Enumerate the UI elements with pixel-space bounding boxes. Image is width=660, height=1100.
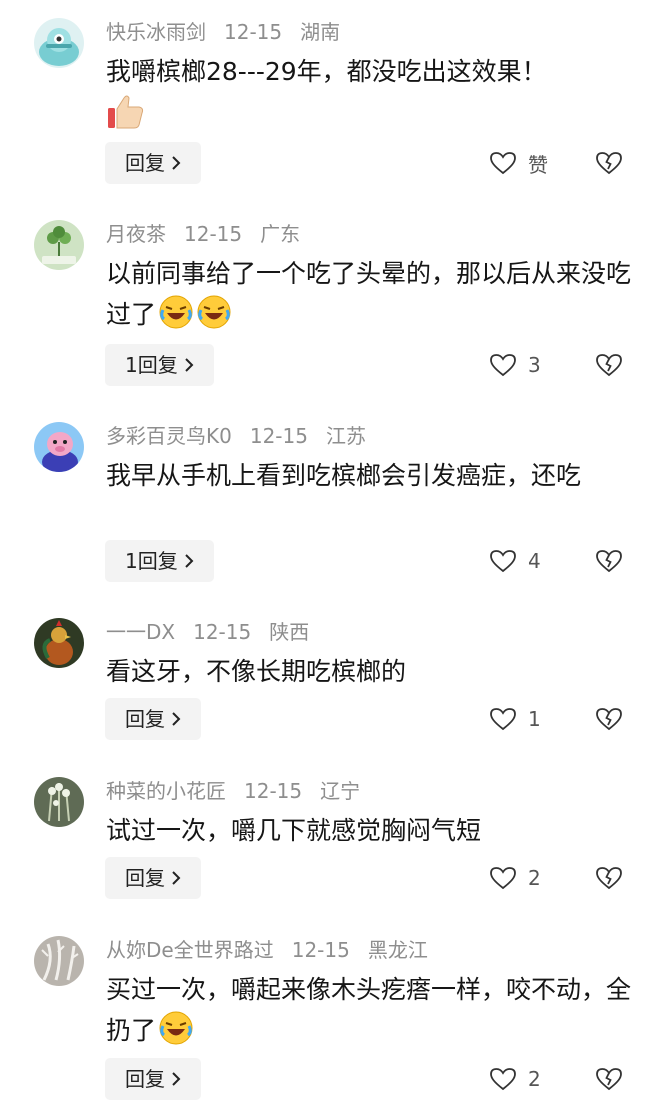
chevron-right-icon [172, 156, 181, 170]
username[interactable]: 月夜茶 [106, 222, 166, 246]
reply-label: 1回复 [125, 353, 178, 377]
laughing-crying-emoji [158, 1010, 194, 1046]
heart-outline-icon [490, 708, 516, 731]
username[interactable]: 多彩百灵鸟K0 [106, 424, 232, 448]
like-count: 赞 [528, 152, 548, 177]
heart-outline-icon [490, 550, 516, 573]
reply-label: 回复 [125, 151, 165, 175]
broken-heart-icon[interactable] [596, 549, 622, 573]
like-button[interactable]: 4 [490, 540, 550, 582]
heart-outline-icon [490, 152, 516, 175]
comment-date: 12-15 [193, 620, 252, 644]
comment-meta: 从妳De全世界路过 12-15 黑龙江 [106, 936, 446, 964]
chevron-right-icon [172, 871, 181, 885]
comment-text: 我嚼槟榔28---29年，都没吃出这效果！ [106, 57, 547, 86]
like-count: 4 [528, 549, 541, 573]
heart-outline-icon [490, 867, 516, 890]
chevron-right-icon [185, 554, 194, 568]
comment-date: 12-15 [224, 20, 283, 44]
heart-outline-icon [490, 1068, 516, 1091]
comment-location: 黑龙江 [367, 938, 428, 962]
comment-meta: 多彩百灵鸟K0 12-15 江苏 [106, 422, 384, 450]
comment-date: 12-15 [249, 424, 308, 448]
like-count: 1 [528, 707, 541, 731]
comment-text: 看这牙，不像长期吃槟榔的 [106, 657, 407, 686]
like-count: 2 [528, 866, 541, 890]
username[interactable]: 种菜的小花匠 [106, 779, 226, 803]
laughing-crying-emoji [196, 294, 232, 330]
comment-item: 月夜茶 12-15 广东 以前同事给了一个吃了头晕的，那以后从来没吃过了 1回复 3 [0, 202, 660, 402]
comment-text: 买过一次，嚼起来像木头疙瘩一样，咬不动，全扔了 [106, 970, 636, 1051]
avatar[interactable] [34, 936, 84, 986]
avatar[interactable] [34, 220, 84, 270]
heart-outline-icon [490, 354, 516, 377]
reply-button[interactable]: 1回复 [105, 540, 214, 582]
like-button[interactable]: 赞 [490, 142, 550, 184]
reply-label: 回复 [125, 1067, 165, 1091]
broken-heart-icon[interactable] [596, 707, 622, 731]
like-button[interactable]: 2 [490, 857, 550, 899]
reply-button[interactable]: 回复 [105, 698, 201, 740]
broken-heart-icon[interactable] [596, 866, 622, 890]
comment-meta: 快乐冰雨剑 12-15 湖南 [106, 18, 358, 46]
reply-label: 回复 [125, 866, 165, 890]
comment-item: 种菜的小花匠 12-15 辽宁 试过一次，嚼几下就感觉胸闷气短 回复 2 [0, 759, 660, 919]
like-button[interactable]: 2 [490, 1058, 550, 1100]
username[interactable]: 从妳De全世界路过 [106, 938, 274, 962]
reply-label: 回复 [125, 707, 165, 731]
broken-heart-icon[interactable] [596, 1067, 622, 1091]
comment-date: 12-15 [184, 222, 243, 246]
comment-date: 12-15 [244, 779, 303, 803]
like-count: 2 [528, 1067, 541, 1091]
avatar[interactable] [34, 422, 84, 472]
comment-text: 以前同事给了一个吃了头晕的，那以后从来没吃过了 [106, 254, 636, 335]
comment-date: 12-15 [291, 938, 350, 962]
comment-location: 江苏 [325, 424, 366, 448]
comment-text: 试过一次，嚼几下就感觉胸闷气短 [106, 816, 482, 845]
broken-heart-icon[interactable] [596, 353, 622, 377]
comment-text: 我早从手机上看到吃槟榔会引发癌症，还吃 [106, 461, 582, 490]
comment-location: 辽宁 [320, 779, 361, 803]
comment-location: 陕西 [269, 620, 310, 644]
username[interactable]: 一一DX [106, 620, 175, 644]
chevron-right-icon [172, 712, 181, 726]
reply-button[interactable]: 回复 [105, 857, 201, 899]
like-button[interactable]: 3 [490, 344, 550, 386]
comment-location: 湖南 [300, 20, 341, 44]
comment-item: 快乐冰雨剑 12-15 湖南 我嚼槟榔28---29年，都没吃出这效果！ 回复 赞 [0, 0, 660, 200]
comment-item: 多彩百灵鸟K0 12-15 江苏 我早从手机上看到吃槟榔会引发癌症，还吃 1回复 4 [0, 404, 660, 600]
like-count: 3 [528, 353, 541, 377]
broken-heart-icon[interactable] [596, 151, 622, 175]
laughing-crying-emoji [158, 294, 194, 330]
comment-location: 广东 [260, 222, 301, 246]
avatar[interactable] [34, 777, 84, 827]
comment-meta: 月夜茶 12-15 广东 [106, 220, 318, 248]
reply-button[interactable]: 回复 [105, 142, 201, 184]
comment-item: 从妳De全世界路过 12-15 黑龙江 买过一次，嚼起来像木头疙瘩一样，咬不动，全扔… [0, 918, 660, 1100]
reply-button[interactable]: 1回复 [105, 344, 214, 386]
comment-meta: 种菜的小花匠 12-15 辽宁 [106, 777, 378, 805]
avatar[interactable] [34, 618, 84, 668]
reply-label: 1回复 [125, 549, 178, 573]
comment-meta: 一一DX 12-15 陕西 [106, 618, 327, 646]
avatar[interactable] [34, 18, 84, 68]
chevron-right-icon [185, 358, 194, 372]
username[interactable]: 快乐冰雨剑 [106, 20, 206, 44]
chevron-right-icon [172, 1072, 181, 1086]
comment-item: 一一DX 12-15 陕西 看这牙，不像长期吃槟榔的 回复 1 [0, 600, 660, 760]
like-button[interactable]: 1 [490, 698, 550, 740]
thumbs-up-emoji [106, 92, 146, 132]
reply-button[interactable]: 回复 [105, 1058, 201, 1100]
